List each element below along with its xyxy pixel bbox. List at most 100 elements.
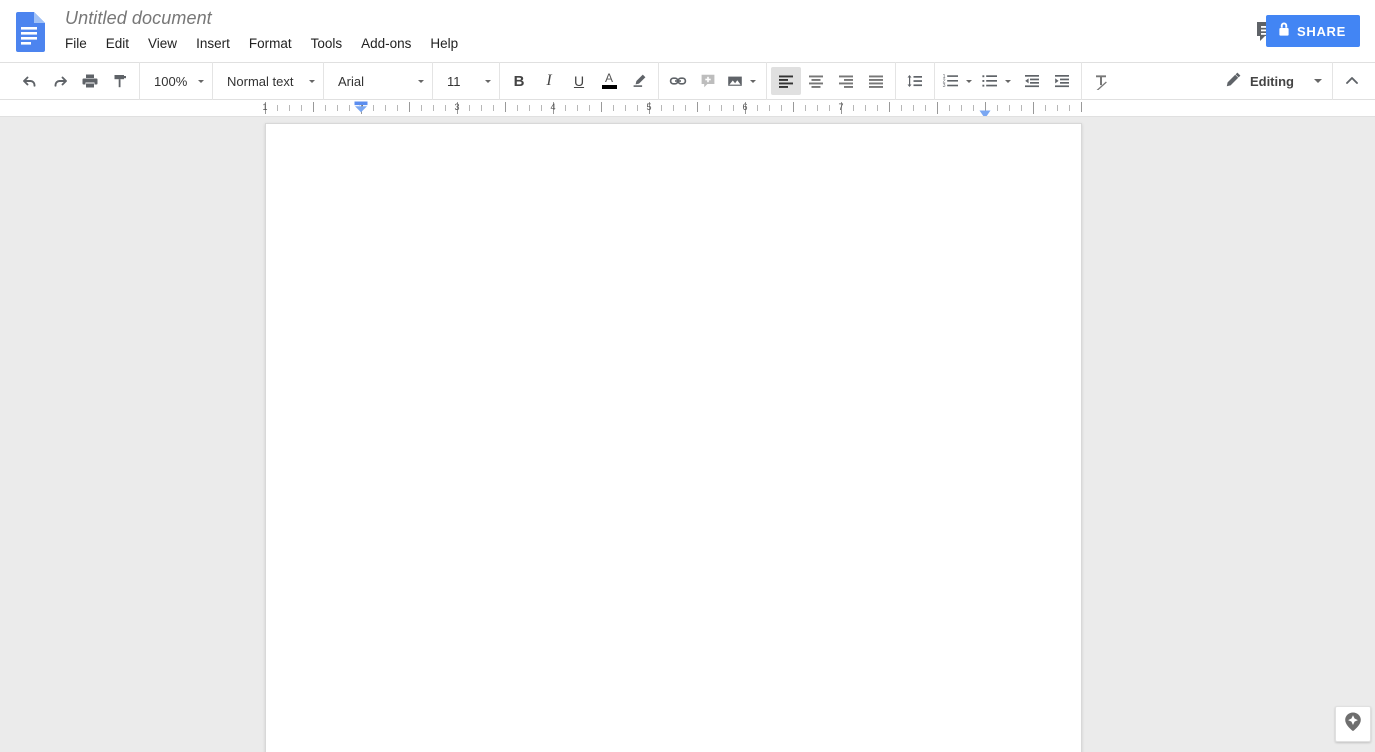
- text-color-button[interactable]: A: [594, 67, 624, 95]
- mode-button[interactable]: Editing: [1217, 67, 1328, 95]
- line-spacing-icon[interactable]: [900, 67, 930, 95]
- undo-icon[interactable]: [15, 67, 45, 95]
- toolbar-divider: [432, 62, 433, 100]
- chevron-down-icon[interactable]: [750, 80, 756, 83]
- toolbar-divider: [139, 62, 140, 100]
- collapse-menus-icon[interactable]: [1337, 67, 1367, 95]
- ruler-tick: [793, 102, 794, 112]
- lock-icon: [1278, 22, 1290, 40]
- toolbar-divider: [323, 62, 324, 100]
- align-left-button[interactable]: [771, 67, 801, 95]
- formatting-toolbar: 100% Normal text Arial 11 B I U A: [0, 62, 1375, 100]
- menu-file[interactable]: File: [65, 34, 96, 53]
- ruler-tick: [577, 105, 578, 111]
- ruler-tick: [709, 105, 710, 111]
- ruler-tick: [877, 105, 878, 111]
- font-family-value: Arial: [338, 74, 415, 89]
- font-size-value: 11: [447, 74, 482, 89]
- font-family-select[interactable]: Arial: [328, 67, 428, 95]
- highlight-icon[interactable]: [624, 67, 654, 95]
- ruler-tick: [937, 102, 938, 114]
- align-center-button[interactable]: [801, 67, 831, 95]
- font-size-select[interactable]: 11: [437, 67, 495, 95]
- ruler-tick: [853, 105, 854, 111]
- chevron-down-icon: [1314, 79, 1322, 83]
- menu-insert[interactable]: Insert: [187, 34, 239, 53]
- bold-button[interactable]: B: [504, 67, 534, 95]
- ruler-tick: [1081, 102, 1082, 112]
- ruler-tick: [337, 105, 338, 111]
- menu-edit[interactable]: Edit: [97, 34, 138, 53]
- ruler-tick: [1045, 105, 1046, 111]
- ruler-tick: [721, 105, 722, 111]
- add-comment-icon[interactable]: [693, 67, 723, 95]
- ruler-tick: [913, 105, 914, 111]
- toolbar-divider: [212, 62, 213, 100]
- print-icon[interactable]: [75, 67, 105, 95]
- chevron-down-icon[interactable]: [966, 80, 972, 83]
- paragraph-style-value: Normal text: [227, 74, 306, 89]
- right-indent-marker[interactable]: [979, 106, 991, 115]
- ruler[interactable]: 1234567: [0, 100, 1375, 117]
- ruler-tick: [325, 105, 326, 111]
- chevron-down-icon: [418, 80, 424, 83]
- chevron-down-icon[interactable]: [1005, 80, 1011, 83]
- left-indent-marker[interactable]: [354, 101, 368, 115]
- text-color-swatch: [602, 85, 617, 89]
- ruler-tick: [565, 105, 566, 111]
- clear-formatting-icon[interactable]: [1086, 67, 1116, 95]
- menu-tools[interactable]: Tools: [302, 34, 352, 53]
- text-color-letter: A: [605, 73, 613, 84]
- align-justify-button[interactable]: [861, 67, 891, 95]
- ruler-tick: [781, 105, 782, 111]
- ruler-tick: [469, 105, 470, 111]
- mode-label: Editing: [1250, 74, 1294, 89]
- ruler-tick: [685, 105, 686, 111]
- title-and-menus: Untitled document File Edit View Insert …: [65, 8, 468, 53]
- ruler-tick: [493, 105, 494, 111]
- menu-add-ons[interactable]: Add-ons: [352, 34, 420, 53]
- underline-button[interactable]: U: [564, 67, 594, 95]
- ruler-tick: [865, 105, 866, 111]
- italic-button[interactable]: I: [534, 67, 564, 95]
- ruler-tick: [481, 105, 482, 111]
- menu-help[interactable]: Help: [421, 34, 467, 53]
- ruler-tick: [313, 102, 314, 112]
- ruler-tick: [277, 105, 278, 111]
- numbered-list-icon[interactable]: 123: [939, 67, 963, 95]
- ruler-tick: [901, 105, 902, 111]
- chevron-down-icon: [309, 80, 315, 83]
- ruler-tick: [829, 105, 830, 111]
- document-page[interactable]: [265, 123, 1082, 752]
- ruler-tick: [421, 105, 422, 111]
- paint-format-icon[interactable]: [105, 67, 135, 95]
- chevron-down-icon: [198, 80, 204, 83]
- docs-file-icon[interactable]: [13, 12, 45, 52]
- redo-icon[interactable]: [45, 67, 75, 95]
- decrease-indent-icon[interactable]: [1017, 67, 1047, 95]
- ruler-tick: [1021, 105, 1022, 111]
- ruler-tick: [925, 105, 926, 111]
- ruler-tick: [961, 105, 962, 111]
- bulleted-list-icon[interactable]: [978, 67, 1002, 95]
- menu-view[interactable]: View: [139, 34, 186, 53]
- link-icon[interactable]: [663, 67, 693, 95]
- ruler-tick: [757, 105, 758, 111]
- ruler-tick: [601, 102, 602, 112]
- increase-indent-icon[interactable]: [1047, 67, 1077, 95]
- menu-format[interactable]: Format: [240, 34, 301, 53]
- explore-button[interactable]: [1335, 706, 1371, 742]
- document-title[interactable]: Untitled document: [65, 8, 468, 29]
- toolbar-divider: [766, 62, 767, 100]
- ruler-tick: [1033, 102, 1034, 114]
- align-right-button[interactable]: [831, 67, 861, 95]
- ruler-tick: [661, 105, 662, 111]
- ruler-tick: [445, 105, 446, 111]
- ruler-tick: [1069, 105, 1070, 111]
- insert-image-icon[interactable]: [723, 67, 747, 95]
- zoom-select[interactable]: 100%: [144, 67, 208, 95]
- app-header: Untitled document File Edit View Insert …: [0, 0, 1375, 62]
- ruler-tick: [385, 105, 386, 111]
- share-button[interactable]: SHARE: [1266, 15, 1360, 47]
- paragraph-style-select[interactable]: Normal text: [217, 67, 319, 95]
